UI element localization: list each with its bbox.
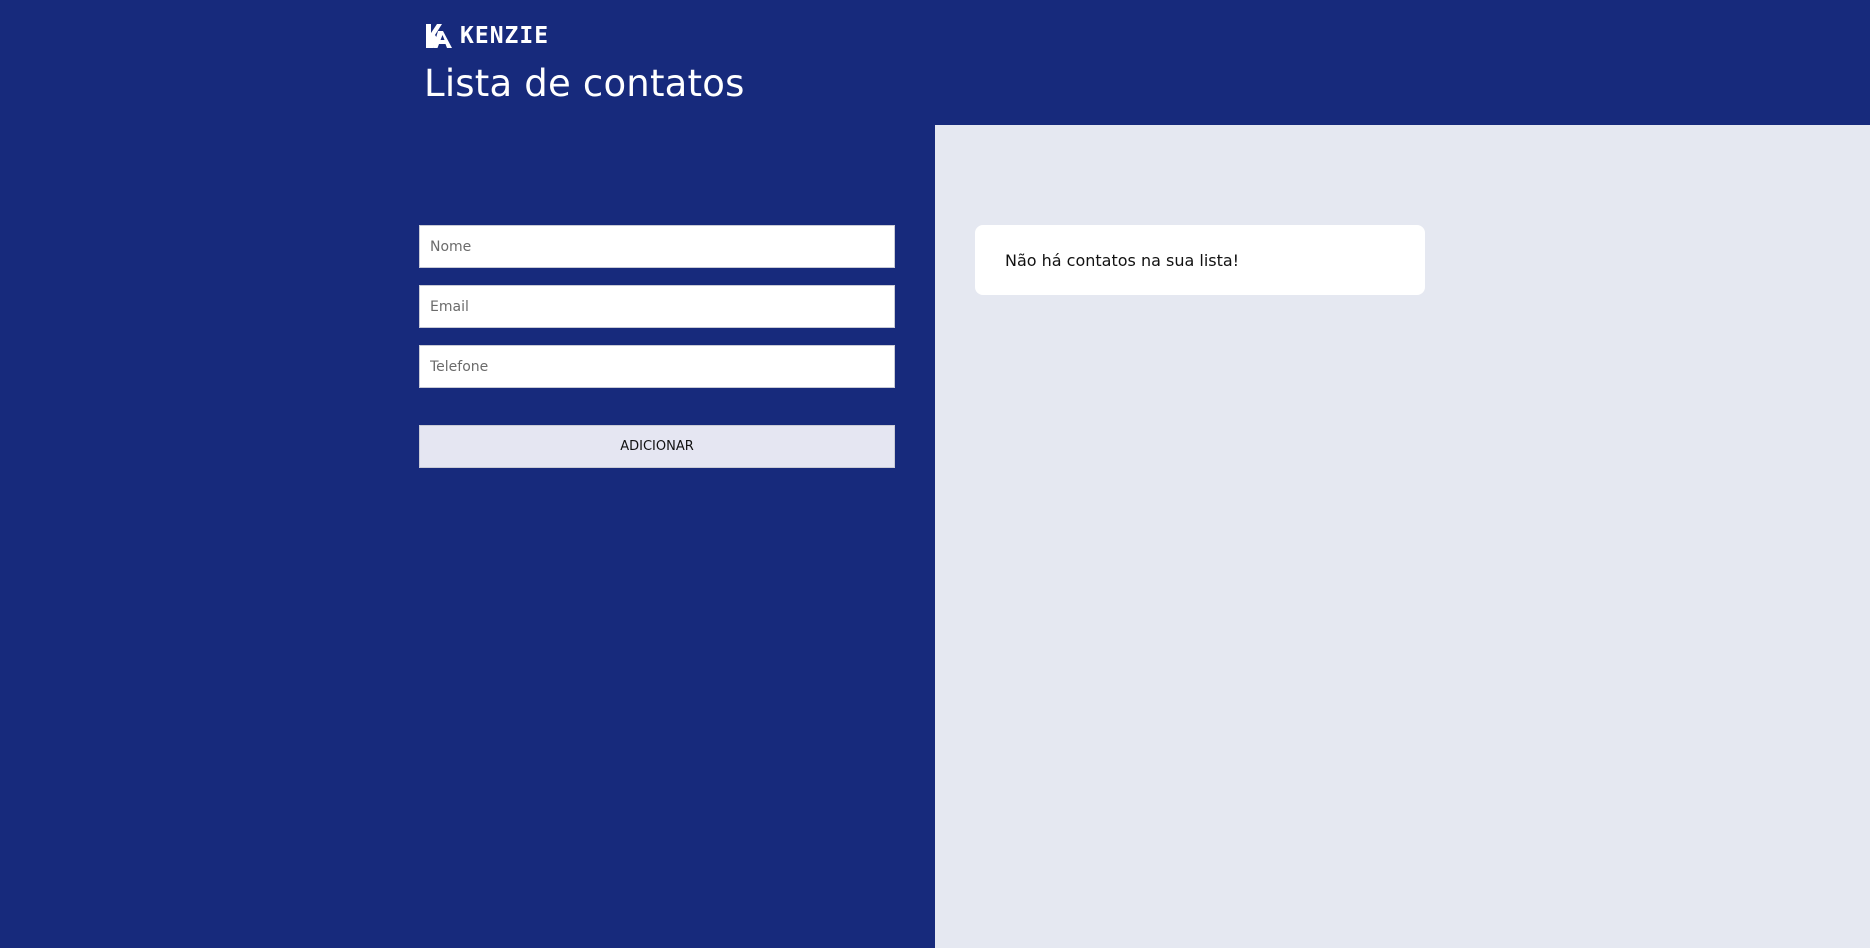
brand-name: KENZIE [460,23,550,49]
page-title: Lista de contatos [424,62,745,105]
left-panel [0,0,935,948]
phone-input[interactable] [419,345,895,388]
kenzie-logo-icon [426,24,452,48]
empty-contacts-message: Não há contatos na sua lista! [1005,250,1240,270]
empty-contacts-card: Não há contatos na sua lista! [975,225,1425,295]
name-input[interactable] [419,225,895,268]
email-input[interactable] [419,285,895,328]
add-contact-button[interactable]: ADICIONAR [419,425,895,468]
brand-logo: KENZIE [424,20,549,52]
